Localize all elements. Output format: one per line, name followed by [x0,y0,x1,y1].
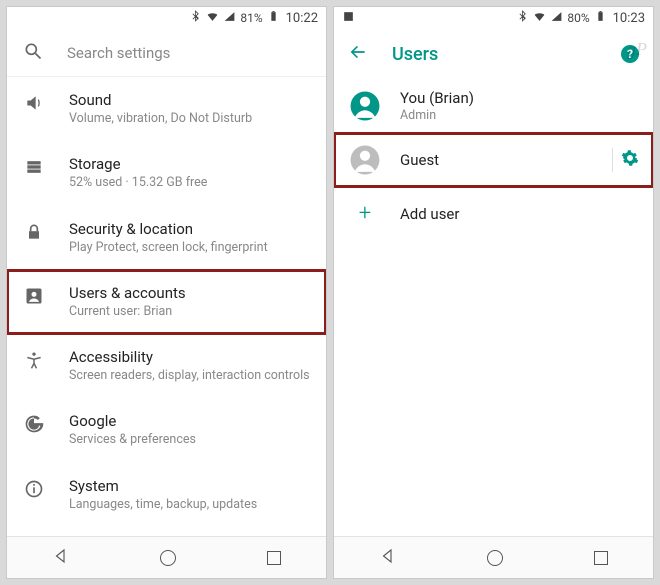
plus-icon: + [348,201,382,226]
guest-settings-button[interactable] [621,149,639,171]
storage-icon [23,155,45,177]
status-bar: 80% 10:23 [334,7,653,29]
item-subtitle: 52% used · 15.32 GB free [69,175,207,191]
clock: 10:23 [613,11,645,26]
settings-item-sound[interactable]: Sound Volume, vibration, Do Not Disturb [7,77,326,141]
bluetooth-icon [189,10,202,26]
battery-icon [594,10,607,26]
settings-item-accessibility[interactable]: Accessibility Screen readers, display, i… [7,334,326,398]
item-subtitle: Languages, time, backup, updates [69,497,257,513]
add-user-button[interactable]: + Add user [334,187,653,240]
divider [612,148,613,172]
search-icon [23,41,43,65]
item-subtitle: Services & preferences [69,432,196,448]
item-subtitle: Screen readers, display, interaction con… [69,368,310,384]
settings-item-security[interactable]: Security & location Play Protect, screen… [7,206,326,270]
settings-list: Sound Volume, vibration, Do Not Disturb … [7,77,326,536]
search-placeholder: Search settings [67,44,170,62]
nav-back-icon[interactable] [52,547,70,569]
lock-icon [23,220,45,242]
nav-back-icon[interactable] [379,547,397,569]
wifi-icon [206,10,219,26]
settings-item-system[interactable]: System Languages, time, backup, updates [7,463,326,527]
item-subtitle: Play Protect, screen lock, fingerprint [69,240,268,256]
item-subtitle: Current user: Brian [69,304,186,320]
account-icon [23,284,45,306]
item-title: Users & accounts [69,284,186,302]
user-row-guest[interactable]: Guest [334,133,653,187]
back-button[interactable] [348,42,368,66]
bluetooth-icon [516,10,529,26]
wifi-icon [533,10,546,26]
status-bar: 81% 10:22 [7,7,326,29]
nav-bar [334,536,653,578]
google-icon [23,412,45,434]
spacer [334,240,653,536]
picture-icon [342,10,355,26]
battery-percent: 81% [240,11,262,25]
user-role: Admin [400,108,639,123]
item-title: System [69,477,257,495]
sound-icon [23,91,45,113]
accessibility-icon [23,348,45,370]
user-name: Guest [400,151,594,169]
search-settings[interactable]: Search settings [7,29,326,77]
user-name: You (Brian) [400,89,639,107]
nav-recent-icon[interactable] [267,551,281,565]
settings-screen: 81% 10:22 Search settings Sound Volume, … [6,6,327,579]
clock: 10:22 [286,11,318,26]
item-subtitle: Volume, vibration, Do Not Disturb [69,111,252,127]
nav-recent-icon[interactable] [594,551,608,565]
avatar-icon [348,143,382,177]
signal-icon [223,10,236,26]
settings-item-support[interactable]: ? Support & tips Help articles, phone & … [7,527,326,536]
avatar-icon [348,89,382,123]
users-header: Users ? [334,29,653,79]
users-screen: 80% 10:23 Users ? gP You (Brian) Admin G… [333,6,654,579]
user-row-you[interactable]: You (Brian) Admin [334,79,653,133]
watermark: gP [627,39,647,60]
nav-home-icon[interactable] [160,550,176,566]
settings-item-storage[interactable]: Storage 52% used · 15.32 GB free [7,141,326,205]
settings-item-google[interactable]: Google Services & preferences [7,398,326,462]
nav-home-icon[interactable] [487,550,503,566]
info-icon [23,477,45,499]
battery-icon [267,10,280,26]
item-title: Security & location [69,220,268,238]
item-title: Accessibility [69,348,310,366]
item-title: Sound [69,91,252,109]
signal-icon [550,10,563,26]
add-user-label: Add user [400,205,459,223]
battery-percent: 80% [567,11,589,25]
page-title: Users [392,44,597,65]
item-title: Storage [69,155,207,173]
settings-item-users-accounts[interactable]: Users & accounts Current user: Brian [7,270,326,334]
nav-bar [7,536,326,578]
item-title: Google [69,412,196,430]
